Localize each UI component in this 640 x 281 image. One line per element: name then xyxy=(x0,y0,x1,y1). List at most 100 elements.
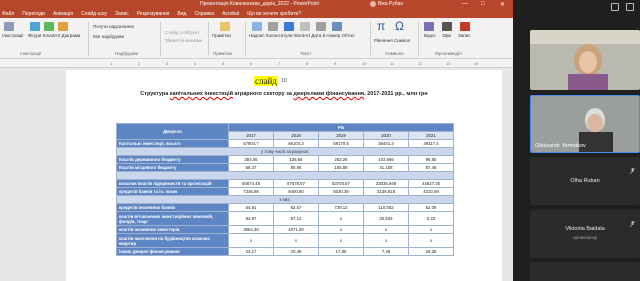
document-page[interactable]: слайд 10 Структура капітальних інвестиці… xyxy=(66,70,502,281)
slide-number-icon[interactable] xyxy=(316,22,326,31)
participant-tile[interactable]: Olha Ruban xyxy=(530,157,640,205)
table-row: кредитів іноземних банків 54,91 82,57 739,1… xyxy=(116,203,454,212)
object-icon[interactable] xyxy=(332,22,342,31)
table-cell: 4310,69 xyxy=(408,187,454,196)
participant-name: Oleksandr Yermakov xyxy=(535,143,586,149)
video-icon[interactable] xyxy=(424,22,434,31)
ruler: 1 2 3 4 5 6 7 8 9 10 11 12 13 14 xyxy=(0,60,513,68)
participant-tile[interactable]: Viktoriia Baidala організатор xyxy=(530,210,640,258)
window-icon[interactable] xyxy=(626,3,634,11)
user-name[interactable]: Віка Рубан xyxy=(378,1,403,7)
menu-help[interactable]: Справка xyxy=(194,11,214,17)
equation-icon[interactable]: π xyxy=(377,19,385,33)
pin-icon[interactable] xyxy=(611,3,619,11)
shapes-smartart-chart-button[interactable]: Фігури SmartArt Діаграма xyxy=(28,33,80,38)
table-cell: 50874,48 xyxy=(228,179,274,188)
table-cell: 7346,98 xyxy=(228,187,274,196)
user-avatar[interactable] xyxy=(370,1,376,7)
smartart-icon[interactable] xyxy=(44,22,54,31)
menu-acrobat[interactable]: Acrobat xyxy=(222,11,239,17)
table-cell: 36441,3 xyxy=(363,139,409,148)
participant-tile[interactable]: Oleksandr Yermakov xyxy=(530,95,640,153)
table-cell: 23,17 xyxy=(228,247,274,256)
textbox-icon[interactable] xyxy=(252,22,262,31)
menu-transitions[interactable]: Переходи xyxy=(22,11,45,17)
ruler-tick: 1 xyxy=(110,61,113,66)
header-footer-icon[interactable] xyxy=(268,22,278,31)
close-icon[interactable]: ✕ xyxy=(500,1,505,8)
symbol-button[interactable]: Символ xyxy=(394,38,410,43)
tell-me-search[interactable]: Що ви хочете зробити? xyxy=(247,11,301,17)
ruler-tick: 8 xyxy=(306,61,309,66)
table-cell: х xyxy=(408,233,454,248)
ruler-tick: 2 xyxy=(138,61,141,66)
illustrations-button[interactable]: Ілюстрації xyxy=(2,33,23,38)
table-row: з них: xyxy=(116,195,454,204)
table-cell: кредитів банків та ін. позик xyxy=(116,187,229,196)
table-cell: 4071,00 xyxy=(273,225,319,234)
ruler-tick: 10 xyxy=(362,61,367,66)
table-cell: Капітальні інвестиції, всього xyxy=(116,139,229,148)
table-row: власних коштів підприємств та організаці… xyxy=(116,179,454,188)
screen-record-button[interactable]: Запис xyxy=(458,33,470,38)
date-icon[interactable] xyxy=(300,22,310,31)
table-cell: х xyxy=(318,225,364,234)
window-title: Презентація Коваленкова_даріa_2022 - Pow… xyxy=(200,1,319,7)
ribbon-separator xyxy=(88,22,89,56)
table-year-cell: 2021 xyxy=(408,131,454,140)
text-tools-button[interactable]: Надпис Колонтитули WordArt Дата й Номер … xyxy=(249,33,355,38)
table-year-cell: 2020 xyxy=(363,131,409,140)
participant-tile[interactable] xyxy=(530,262,640,281)
table-row: коштів населення на будівництво власних … xyxy=(116,233,454,248)
participant-name: Viktoriia Baidala xyxy=(565,226,605,232)
screen-record-icon[interactable] xyxy=(460,22,470,31)
group-addins: Надбудови xyxy=(115,51,138,56)
wordart-icon[interactable] xyxy=(284,22,294,31)
table-cell: 20,49 xyxy=(273,247,319,256)
table-row xyxy=(116,171,454,180)
table-cell: 739,12 xyxy=(318,203,364,212)
menu-record[interactable]: Запис xyxy=(115,11,129,17)
picture-icon[interactable] xyxy=(4,22,14,31)
table-cell: 3554,30 xyxy=(228,225,274,234)
save-action-button[interactable]: Зберегти вказівки xyxy=(165,38,202,43)
table-cell: 87,46 xyxy=(408,163,454,172)
table-cell: 53704,87 xyxy=(318,179,364,188)
slide-action-button[interactable]: Слайд з обґрунт. xyxy=(165,30,200,35)
get-addins-button[interactable]: Почути надсилання xyxy=(93,24,134,29)
menu-file[interactable]: Файл xyxy=(2,11,14,17)
video-button[interactable]: Відео xyxy=(424,33,436,38)
audio-button[interactable]: Звук xyxy=(442,33,451,38)
group-symbols: Символи xyxy=(385,51,404,56)
table-cell: коштів вітчизняних інвестиційних компані… xyxy=(116,211,229,226)
table-row: кредитів банків та ін. позик 7346,98 8400,… xyxy=(116,187,454,196)
table-cell: 252,26 xyxy=(318,155,364,164)
title-bar: Презентація Коваленкова_даріa_2022 - Pow… xyxy=(0,0,513,9)
symbol-icon[interactable]: Ω xyxy=(395,19,404,33)
ruler-tick: 4 xyxy=(194,61,197,66)
table-cell: коштів населення на будівництво власних … xyxy=(116,233,229,248)
ruler-tick: 12 xyxy=(418,61,423,66)
my-addins-button[interactable]: Мої надбудови xyxy=(93,34,124,39)
menu-slideshow[interactable]: Слайд-шоу xyxy=(81,11,107,17)
menu-animation[interactable]: Анімація xyxy=(53,11,73,17)
table-cell: інших джерел фінансування xyxy=(116,247,229,256)
audio-icon[interactable] xyxy=(442,22,452,31)
table-row: Коштів державного бюджету 384,05 136,66 252… xyxy=(116,155,454,164)
maximize-icon[interactable]: □ xyxy=(481,1,485,7)
menu-review[interactable]: Рецензування xyxy=(137,11,170,17)
table-cell: Коштів місцевого бюджету xyxy=(116,163,229,172)
ruler-tick: 11 xyxy=(390,61,395,66)
menu-view[interactable]: Вид xyxy=(177,11,186,17)
table-cell: 52,09 xyxy=(408,203,454,212)
minimize-icon[interactable]: — xyxy=(462,1,468,7)
comments-button[interactable]: Примітки xyxy=(212,33,231,38)
shapes-icon[interactable] xyxy=(30,22,40,31)
screen: Презентація Коваленкова_даріa_2022 - Pow… xyxy=(0,0,640,281)
chart-icon[interactable] xyxy=(58,22,68,31)
participant-tile[interactable] xyxy=(530,30,640,90)
table-cell: 59170,5 xyxy=(318,139,364,148)
comment-icon[interactable] xyxy=(220,22,230,31)
table-cell: 136,66 xyxy=(273,155,319,164)
equation-button[interactable]: Рівняння xyxy=(374,38,393,43)
